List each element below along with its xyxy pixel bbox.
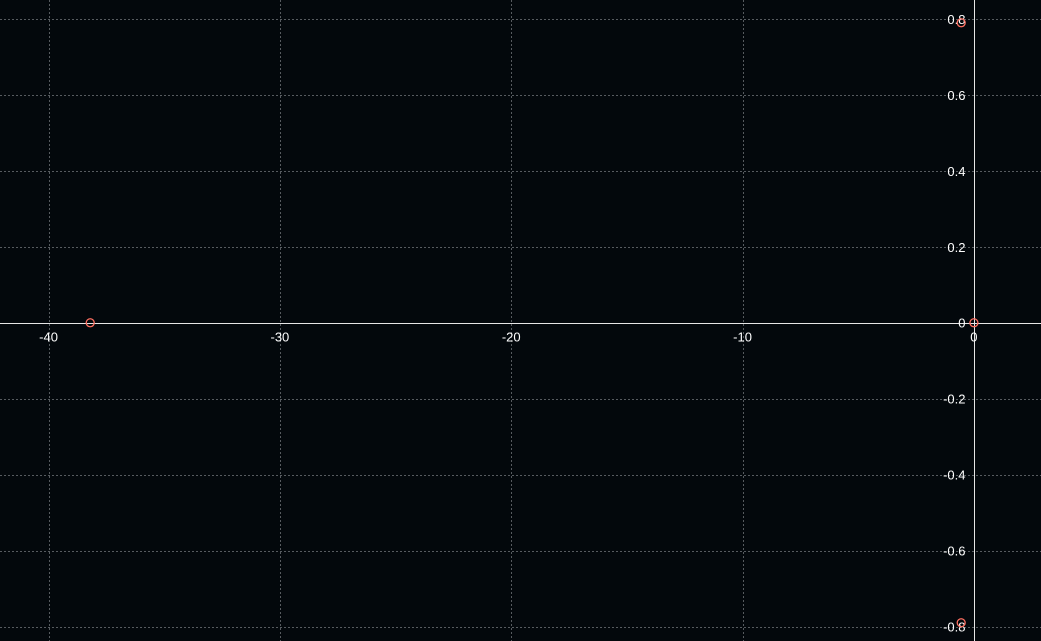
y-tick-label: 0.6 [947, 88, 965, 103]
x-tick-label: -30 [271, 330, 290, 345]
plot-background [0, 0, 1041, 641]
y-tick-label: -0.2 [943, 392, 965, 407]
y-tick-label: -0.6 [943, 544, 965, 559]
y-tick-label: -0.4 [943, 468, 965, 483]
y-tick-label: 0 [958, 316, 965, 331]
y-tick-label: 0.4 [947, 164, 965, 179]
x-tick-label: -40 [39, 330, 58, 345]
scatter-plot: -40 -30 -20 -10 00.80.60.40.2-0.2-0.4-0.6-0.… [0, 0, 1041, 641]
x-tick-label: 0 [970, 330, 977, 345]
x-tick-label: -10 [733, 330, 752, 345]
x-tick-label: -20 [502, 330, 521, 345]
y-tick-label: 0.2 [947, 240, 965, 255]
